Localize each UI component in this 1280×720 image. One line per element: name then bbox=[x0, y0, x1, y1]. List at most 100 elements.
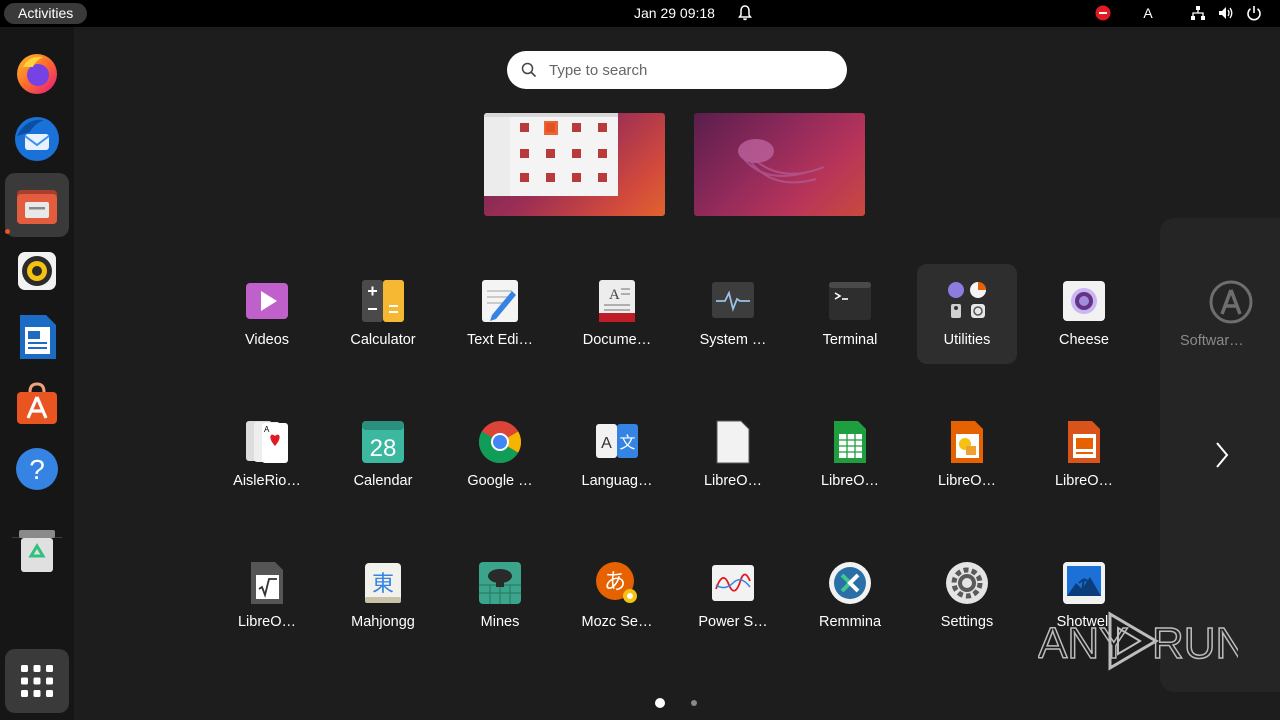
app-libreoffice-calc[interactable]: LibreO… bbox=[800, 405, 900, 505]
app-label: LibreO… bbox=[937, 473, 997, 489]
dock-trash[interactable] bbox=[5, 519, 69, 583]
svg-text:東: 東 bbox=[372, 572, 394, 597]
app-label: Power S… bbox=[698, 614, 768, 630]
dock-libreoffice-writer[interactable] bbox=[5, 305, 69, 369]
libreoffice-icon bbox=[716, 420, 750, 464]
chrome-icon bbox=[478, 421, 522, 464]
app-videos[interactable]: Videos bbox=[217, 264, 317, 364]
app-system-monitor[interactable]: System … bbox=[683, 264, 783, 364]
app-mahjongg[interactable]: 東 Mahjongg bbox=[333, 546, 433, 646]
app-label: Terminal bbox=[822, 332, 878, 348]
activities-button[interactable]: Activities bbox=[4, 3, 88, 24]
mozc-icon: あ bbox=[596, 562, 637, 603]
app-language-support[interactable]: A文 Languag… bbox=[567, 405, 667, 505]
app-label: Cheese bbox=[1059, 332, 1109, 348]
running-indicator bbox=[5, 229, 10, 234]
libreoffice-writer-icon bbox=[20, 315, 56, 359]
app-libreoffice[interactable]: LibreO… bbox=[683, 405, 783, 505]
network-icon[interactable] bbox=[1189, 4, 1207, 22]
app-label: Mahjongg bbox=[351, 614, 415, 630]
app-cheese[interactable]: Cheese bbox=[1034, 264, 1134, 364]
dock-firefox[interactable] bbox=[5, 41, 69, 105]
app-label: Languag… bbox=[581, 473, 653, 489]
page-indicator-2[interactable] bbox=[691, 700, 697, 706]
app-aisleriot[interactable]: A AisleRio… bbox=[217, 405, 317, 505]
app-calendar[interactable]: 28 Calendar bbox=[333, 405, 433, 505]
system-monitor-icon bbox=[712, 282, 754, 318]
app-label: Calendar bbox=[353, 473, 413, 489]
search-icon bbox=[521, 62, 537, 78]
power-icon[interactable] bbox=[1245, 4, 1263, 22]
notification-bell-icon[interactable] bbox=[737, 4, 753, 22]
libreoffice-calc-icon bbox=[834, 421, 866, 463]
app-terminal[interactable]: Terminal bbox=[800, 264, 900, 364]
app-power-statistics[interactable]: Power S… bbox=[683, 546, 783, 646]
software-store-icon bbox=[17, 382, 57, 424]
help-icon: ? bbox=[16, 448, 58, 490]
workspace-thumbnail-1[interactable] bbox=[484, 113, 665, 216]
document-viewer-icon: A bbox=[599, 280, 635, 322]
app-calculator[interactable]: Calculator bbox=[333, 264, 433, 364]
page-indicator-1[interactable] bbox=[655, 698, 665, 708]
app-label: LibreO… bbox=[703, 473, 763, 489]
app-libreoffice-draw[interactable]: LibreO… bbox=[917, 405, 1017, 505]
language-support-icon: A文 bbox=[596, 424, 638, 458]
libreoffice-impress-icon bbox=[1068, 421, 1100, 463]
show-applications-button[interactable] bbox=[5, 649, 69, 713]
svg-text:文: 文 bbox=[619, 433, 635, 452]
app-folder-utilities[interactable]: Utilities bbox=[917, 264, 1017, 364]
svg-text:あ: あ bbox=[604, 570, 626, 595]
trash-icon bbox=[19, 530, 55, 572]
dock-thunderbird[interactable] bbox=[5, 107, 69, 171]
app-label: Remmina bbox=[818, 614, 882, 630]
svg-text:A: A bbox=[264, 425, 270, 434]
app-libreoffice-impress[interactable]: LibreO… bbox=[1034, 405, 1134, 505]
app-mines[interactable]: Mines bbox=[450, 546, 550, 646]
app-label: Utilities bbox=[943, 332, 991, 348]
app-label: Docume… bbox=[582, 332, 652, 348]
do-not-disturb-icon[interactable] bbox=[1094, 4, 1112, 22]
date-time-clock[interactable]: Jan 29 09:18 bbox=[634, 5, 715, 22]
search-bar[interactable] bbox=[507, 51, 847, 89]
svg-text:28: 28 bbox=[370, 435, 397, 462]
anyrun-watermark: ANY RUN bbox=[1038, 611, 1238, 671]
dock-files[interactable] bbox=[5, 173, 69, 237]
software-store-icon bbox=[1209, 280, 1253, 324]
app-text-editor[interactable]: Text Edi… bbox=[450, 264, 550, 364]
dock-help[interactable]: ? bbox=[5, 437, 69, 501]
app-label: AisleRio… bbox=[233, 473, 301, 489]
svg-text:A: A bbox=[601, 435, 612, 452]
app-google-chrome[interactable]: Google … bbox=[450, 405, 550, 505]
calculator-icon bbox=[362, 280, 404, 322]
top-bar: Activities Jan 29 09:18 A bbox=[0, 0, 1280, 27]
search-input[interactable] bbox=[549, 61, 819, 79]
chevron-right-icon[interactable] bbox=[1214, 440, 1230, 470]
app-document-viewer[interactable]: A Docume… bbox=[567, 264, 667, 364]
watermark-left-text: ANY bbox=[1038, 619, 1128, 668]
app-remmina[interactable]: Remmina bbox=[800, 546, 900, 646]
libreoffice-draw-icon bbox=[951, 421, 983, 463]
cards-icon: A bbox=[246, 421, 288, 463]
volume-icon[interactable] bbox=[1217, 4, 1235, 22]
app-label: LibreO… bbox=[1054, 473, 1114, 489]
workspace-thumbnail-2[interactable] bbox=[694, 113, 865, 216]
app-label: Videos bbox=[244, 332, 290, 348]
mines-icon bbox=[479, 562, 521, 604]
app-libreoffice-math[interactable]: LibreO… bbox=[217, 546, 317, 646]
app-mozc-setup[interactable]: あ Mozc Se… bbox=[567, 546, 667, 646]
power-statistics-icon bbox=[712, 565, 754, 601]
mahjongg-tile-icon: 東 bbox=[365, 563, 401, 603]
firefox-icon bbox=[17, 54, 57, 94]
text-editor-icon bbox=[482, 280, 518, 322]
svg-text:A: A bbox=[609, 287, 620, 303]
workspace-window-preview bbox=[484, 113, 618, 196]
dock-ubuntu-software[interactable] bbox=[5, 371, 69, 435]
dock-rhythmbox[interactable] bbox=[5, 239, 69, 303]
app-settings[interactable]: Settings bbox=[917, 546, 1017, 646]
keyboard-layout-indicator[interactable]: A bbox=[1140, 4, 1156, 22]
files-folder-icon bbox=[17, 190, 57, 224]
app-label: Text Edi… bbox=[466, 332, 534, 348]
watermark-right-text: RUN bbox=[1152, 619, 1238, 668]
rhythmbox-icon bbox=[18, 252, 56, 290]
app-label: Mines bbox=[480, 614, 520, 630]
